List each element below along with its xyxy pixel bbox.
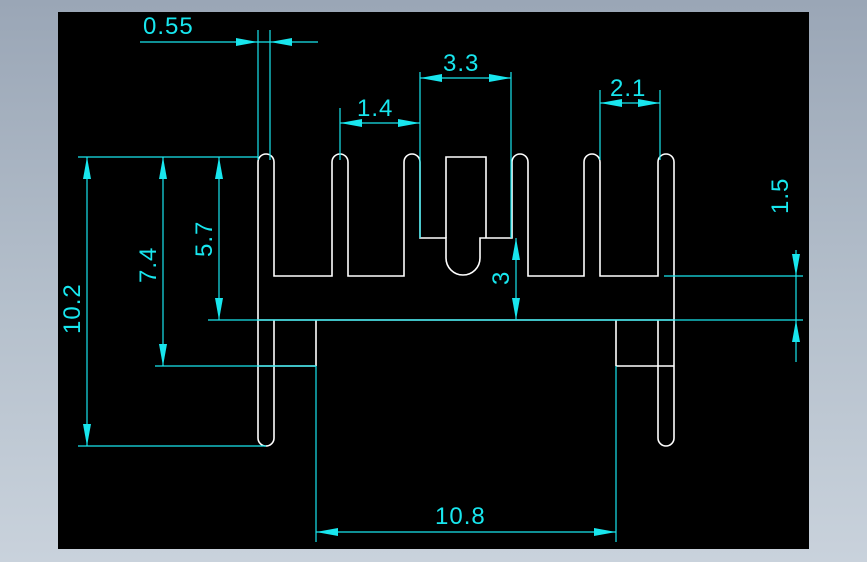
dim-3.3: 3.3 [443,50,479,77]
dim-7.4: 7.4 [135,247,162,283]
dim-5.7: 5.7 [191,221,218,257]
dim-1.5: 1.5 [767,178,794,214]
dimension-lines [78,30,803,542]
dim-10.2: 10.2 [59,283,86,334]
fin-profile [257,153,675,321]
dim-10.8: 10.8 [435,503,486,530]
dim-3: 3 [488,271,515,285]
center-slot [445,156,487,238]
dim-2.1: 2.1 [610,75,646,102]
arrowheads [83,38,800,536]
left-pin [257,320,275,447]
dim-0.55: 0.55 [143,13,194,40]
heatsink-drawing: 0.55 3.3 1.4 2.1 10.8 10.2 7.4 5.7 3 1.5 [59,13,803,542]
right-pin [657,320,675,447]
dim-1.4: 1.4 [357,95,393,122]
heatsink-outline [257,153,675,447]
